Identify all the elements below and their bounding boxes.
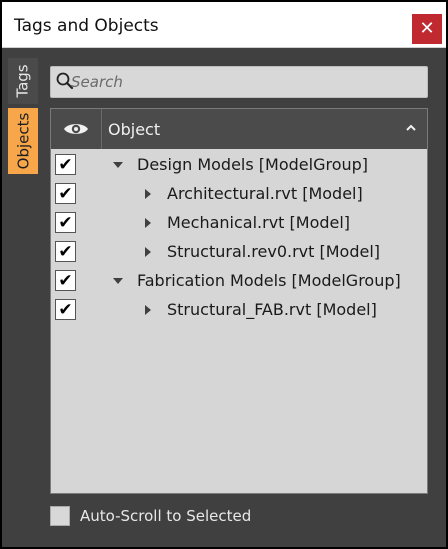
visibility-checkbox[interactable]: ✔ [55,212,76,233]
row-label: Structural.rev0.rvt [Model] [167,242,381,261]
tab-tags[interactable]: Tags [8,58,38,104]
auto-scroll-label: Auto-Scroll to Selected [80,507,252,525]
table-row[interactable]: ✔ Architectural.rvt [Model] [51,180,427,209]
eye-icon [64,124,88,134]
object-column-header[interactable]: Object [108,120,160,139]
collapsed-arrow-icon[interactable] [143,189,153,199]
table-rows: ✔ Design Models [ModelGroup] ✔ Architect… [51,151,427,325]
window-frame: Tags and Objects ✕ Tags Objects Search O… [0,0,448,549]
table-row[interactable]: ✔ Fabrication Models [ModelGroup] [51,267,427,296]
close-button[interactable]: ✕ [412,14,442,44]
collapsed-arrow-icon[interactable] [143,305,153,315]
expanded-arrow-icon[interactable] [113,276,123,286]
search-box[interactable] [50,66,428,98]
table-row[interactable]: ✔ Structural.rev0.rvt [Model] [51,238,427,267]
tab-objects[interactable]: Objects [8,108,38,174]
object-table: Object ✔ Design Models [ModelGroup] ✔ Ar… [50,108,428,494]
visibility-checkbox[interactable]: ✔ [55,183,76,204]
collapsed-arrow-icon[interactable] [143,218,153,228]
table-row[interactable]: ✔ Mechanical.rvt [Model] [51,209,427,238]
expanded-arrow-icon[interactable] [113,160,123,170]
visibility-checkbox[interactable]: ✔ [55,299,76,320]
close-icon: ✕ [419,18,435,39]
chevron-up-icon[interactable] [405,122,417,134]
visibility-checkbox[interactable]: ✔ [55,241,76,262]
title-bar: Tags and Objects ✕ [2,2,446,48]
row-label: Fabrication Models [ModelGroup] [137,271,401,290]
window-title: Tags and Objects [14,16,159,36]
row-label: Mechanical.rvt [Model] [167,213,351,232]
table-row[interactable]: ✔ Structural_FAB.rvt [Model] [51,296,427,325]
table-row[interactable]: ✔ Design Models [ModelGroup] [51,151,427,180]
collapsed-arrow-icon[interactable] [143,247,153,257]
table-header: Object [51,109,427,149]
tab-tags-label: Tags [14,64,32,98]
tab-objects-label: Objects [14,112,33,170]
visibility-checkbox[interactable]: ✔ [55,154,76,175]
row-label: Architectural.rvt [Model] [167,184,363,203]
visibility-checkbox[interactable]: ✔ [55,270,76,291]
row-label: Design Models [ModelGroup] [137,155,369,174]
visibility-column-header[interactable] [51,109,102,149]
auto-scroll-checkbox[interactable] [50,506,70,526]
search-input[interactable] [71,71,421,93]
panel: Tags and Objects ✕ Tags Objects Search O… [2,2,446,547]
row-label: Structural_FAB.rvt [Model] [167,300,377,319]
